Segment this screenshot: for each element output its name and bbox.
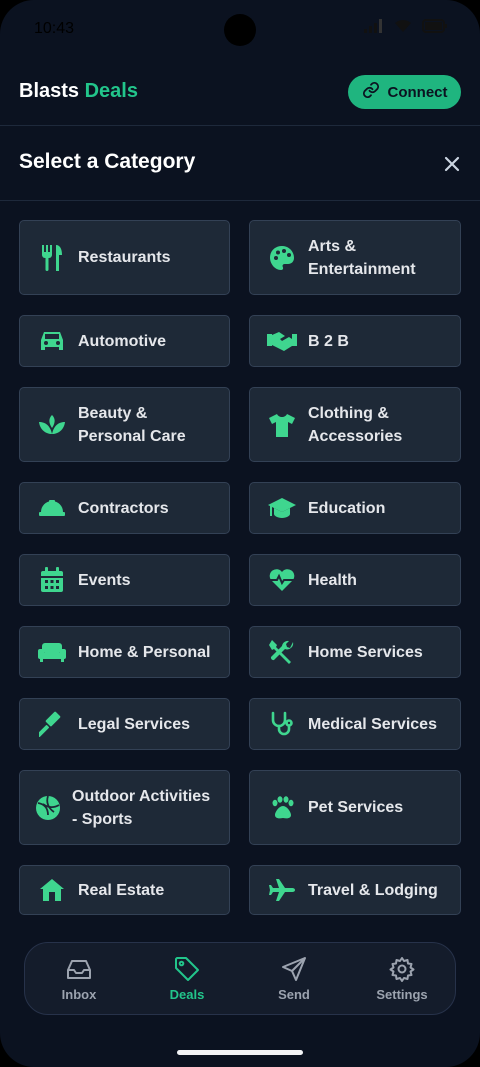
volleyball-icon	[32, 792, 64, 824]
category-home-personal[interactable]: Home & Personal	[19, 626, 230, 678]
utensils-icon	[36, 242, 68, 274]
category-restaurants[interactable]: Restaurants	[19, 220, 230, 295]
category-contractors[interactable]: Contractors	[19, 482, 230, 534]
camera-cutout	[224, 14, 256, 46]
spa-icon	[36, 409, 68, 441]
category-arts-entertainment[interactable]: Arts & Entertainment	[249, 220, 461, 295]
link-icon	[362, 81, 380, 103]
category-automotive[interactable]: Automotive	[19, 315, 230, 367]
handshake-icon	[266, 325, 298, 357]
modal-title: Select a Category	[19, 150, 196, 173]
plane-icon	[266, 874, 298, 906]
category-clothing-accessories[interactable]: Clothing & Accessories	[249, 387, 461, 462]
car-icon	[36, 325, 68, 357]
category-legal-services[interactable]: Legal Services	[19, 698, 230, 750]
nav-inbox[interactable]: Inbox	[39, 955, 119, 1002]
phone-screen: 10:43 Blasts Deals Connect Select a Cate…	[0, 0, 480, 1067]
category-medical-services[interactable]: Medical Services	[249, 698, 461, 750]
graduation-cap-icon	[266, 492, 298, 524]
tools-icon	[266, 636, 298, 668]
brand-logo: Blasts Deals	[19, 80, 138, 102]
divider	[0, 200, 480, 201]
category-outdoor-activities-sports[interactable]: Outdoor Activities - Sports	[19, 770, 230, 845]
tag-icon	[147, 955, 227, 983]
nav-settings[interactable]: Settings	[362, 955, 442, 1002]
inbox-icon	[39, 955, 119, 983]
status-time: 10:43	[34, 20, 75, 37]
hardhat-icon	[36, 492, 68, 524]
nav-send[interactable]: Send	[254, 955, 334, 1002]
status-bar: 10:43	[0, 0, 480, 60]
category-b2b[interactable]: B 2 B	[249, 315, 461, 367]
settings-icon	[362, 955, 442, 983]
stethoscope-icon	[266, 708, 298, 740]
palette-icon	[266, 242, 298, 274]
house-icon	[36, 874, 68, 906]
category-education[interactable]: Education	[249, 482, 461, 534]
paw-icon	[266, 792, 298, 824]
shirt-icon	[266, 409, 298, 441]
home-indicator[interactable]	[177, 1050, 303, 1055]
category-events[interactable]: Events	[19, 554, 230, 606]
wifi-icon	[394, 19, 412, 38]
category-pet-services[interactable]: Pet Services	[249, 770, 461, 845]
category-home-services[interactable]: Home Services	[249, 626, 461, 678]
battery-icon	[422, 19, 448, 38]
app-header: Blasts Deals Connect	[0, 60, 480, 126]
heart-pulse-icon	[266, 564, 298, 596]
category-health[interactable]: Health	[249, 554, 461, 606]
connect-button[interactable]: Connect	[348, 75, 461, 109]
calendar-icon	[36, 564, 68, 596]
send-icon	[254, 955, 334, 983]
bottom-nav: Inbox Deals Send Settings	[24, 942, 456, 1015]
category-travel-lodging[interactable]: Travel & Lodging	[249, 865, 461, 915]
category-real-estate[interactable]: Real Estate	[19, 865, 230, 915]
gavel-icon	[36, 708, 68, 740]
nav-deals[interactable]: Deals	[147, 955, 227, 1002]
close-icon[interactable]	[440, 152, 464, 176]
couch-icon	[36, 636, 68, 668]
signal-icon	[364, 19, 384, 38]
category-beauty-personal-care[interactable]: Beauty & Personal Care	[19, 387, 230, 462]
